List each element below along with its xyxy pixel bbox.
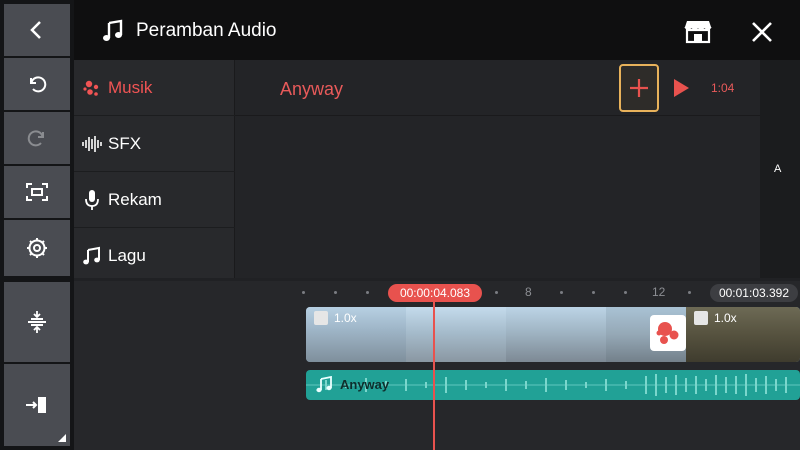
category-sfx[interactable]: SFX	[74, 116, 235, 172]
music-note-icon	[316, 376, 332, 393]
ruler-tick	[334, 291, 337, 294]
corner-triangle-icon	[58, 434, 66, 442]
ruler-tick	[624, 291, 627, 294]
fullscreen-button[interactable]	[4, 166, 70, 218]
current-time-badge: 00:00:04.083	[388, 284, 482, 302]
music-note-icon	[80, 244, 104, 268]
category-label: Lagu	[108, 246, 146, 265]
track-duration: 1:04	[711, 81, 735, 95]
clip-thumbnail	[506, 307, 606, 362]
speed-label: 1.0x	[334, 311, 357, 325]
category-list: Musik SFX Rekam Lagu	[74, 60, 235, 278]
category-label: Musik	[108, 77, 153, 97]
waveform-icon	[80, 132, 104, 156]
category-musik[interactable]: Musik	[74, 60, 235, 116]
speed-label: 1.0x	[714, 311, 737, 325]
chevron-left-icon	[30, 21, 41, 39]
close-icon[interactable]	[751, 21, 773, 43]
category-label: SFX	[108, 133, 142, 153]
category-lagu[interactable]: Lagu	[74, 228, 235, 284]
undo-icon	[30, 76, 47, 93]
category-rekam[interactable]: Rekam	[74, 172, 235, 228]
speed-indicator: 1.0x	[314, 311, 357, 325]
category-label: Rekam	[108, 189, 162, 209]
alphabet-index[interactable]: A	[760, 60, 800, 278]
audio-browser-header: Peramban Audio	[74, 0, 800, 60]
playhead[interactable]	[433, 301, 435, 450]
track-row[interactable]: Anyway 1:04	[235, 60, 760, 116]
settings-button[interactable]	[4, 220, 70, 276]
clip-icon	[314, 311, 328, 325]
clip-icon	[694, 311, 708, 325]
ruler-tick	[592, 291, 595, 294]
clip-thumbnail	[406, 307, 506, 362]
timeline[interactable]: 8 12 00:00:04.083 00:01:03.392 1.0x 1.0x…	[74, 281, 800, 450]
back-button[interactable]	[4, 4, 70, 56]
ruler-label: 8	[525, 285, 532, 299]
arrow-to-end-icon	[26, 397, 46, 413]
add-track-button[interactable]	[619, 64, 659, 112]
ruler-tick	[495, 291, 498, 294]
ruler-tick	[302, 291, 305, 294]
jump-to-end-button[interactable]	[4, 364, 70, 446]
ruler-tick	[560, 291, 563, 294]
fit-screen-icon	[26, 183, 48, 201]
music-note-icon	[103, 19, 123, 41]
store-icon[interactable]	[684, 18, 712, 44]
left-toolbar	[0, 0, 74, 450]
audio-clip[interactable]: Anyway	[306, 370, 800, 400]
video-clip[interactable]: 1.0x 1.0x	[306, 307, 800, 362]
speed-indicator: 1.0x	[694, 311, 737, 325]
redo-icon	[27, 130, 44, 147]
track-name: Anyway	[280, 79, 344, 99]
total-time-badge: 00:01:03.392	[710, 284, 798, 302]
ruler-label: 12	[652, 285, 666, 299]
index-letter: A	[774, 163, 782, 175]
ruler-tick	[688, 291, 691, 294]
page-title: Peramban Audio	[136, 20, 277, 41]
app-logo-icon	[650, 315, 686, 351]
audio-clip-label: Anyway	[340, 377, 390, 392]
expand-vertical-icon	[28, 311, 46, 333]
audio-browser-panel: Musik SFX Rekam Lagu Anyway 1:04	[74, 60, 760, 278]
redo-button[interactable]	[4, 112, 70, 164]
play-icon[interactable]	[671, 78, 691, 98]
plus-icon	[630, 79, 648, 97]
music-bubbles-icon	[80, 76, 104, 100]
undo-button[interactable]	[4, 58, 70, 110]
track-height-button[interactable]	[4, 282, 70, 362]
microphone-icon	[80, 188, 104, 212]
gear-icon	[27, 238, 47, 258]
ruler-tick	[366, 291, 369, 294]
